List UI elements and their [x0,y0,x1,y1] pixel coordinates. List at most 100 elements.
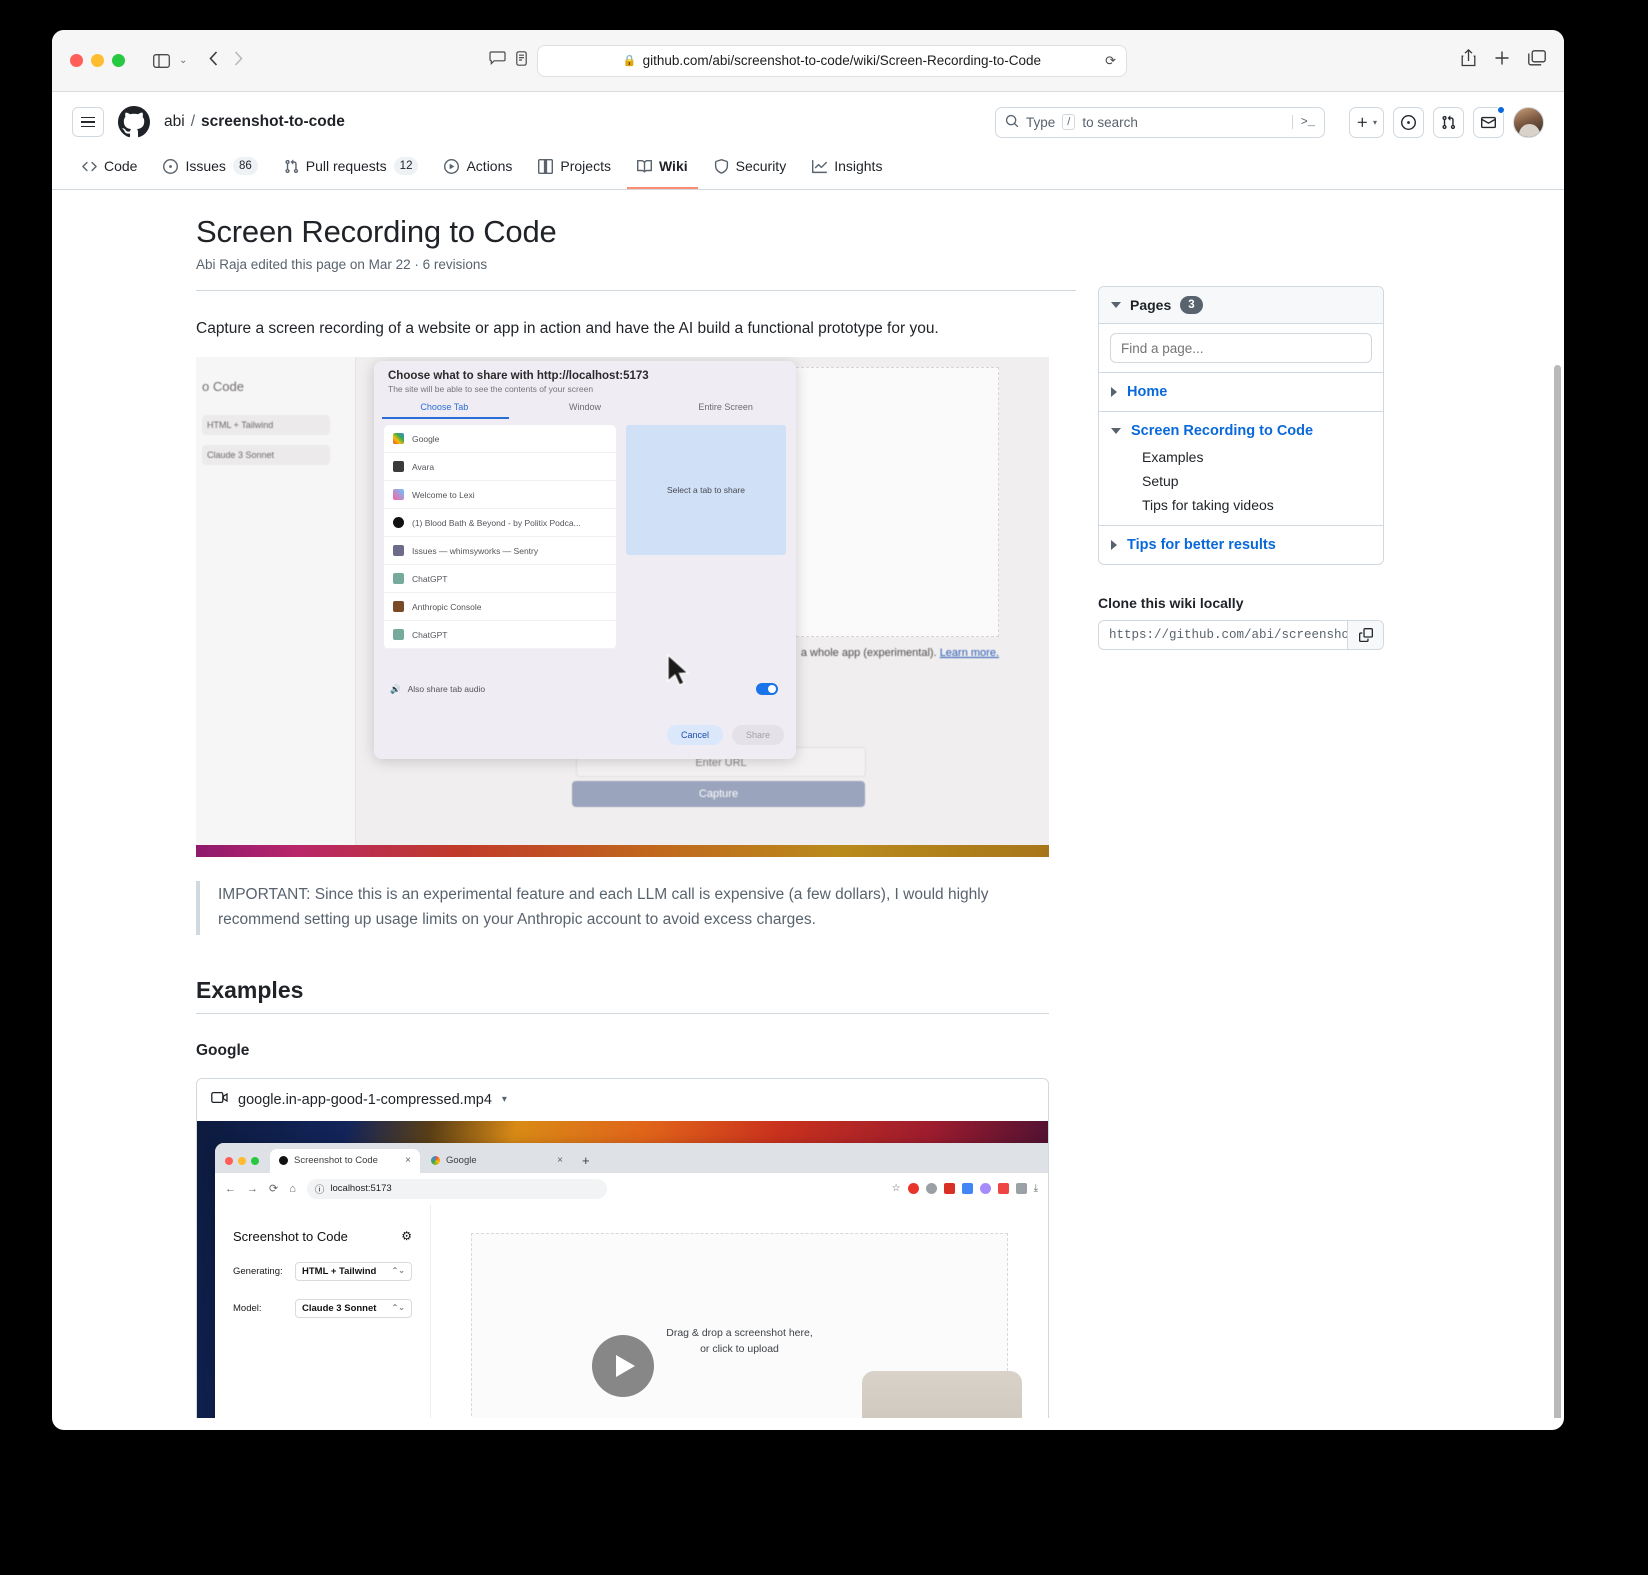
tab-label: Wiki [658,158,688,174]
chevron-down-icon[interactable] [1111,302,1121,308]
google-icon [431,1156,440,1166]
back-icon: ← [225,1182,236,1195]
sidebar-toggle-icon[interactable] [147,49,175,73]
tab-projects[interactable]: Projects [528,150,621,189]
clone-url-text[interactable]: https://github.com/abi/screensho [1099,621,1347,649]
avatar[interactable] [1513,106,1544,138]
find-page-input[interactable] [1110,333,1372,363]
tab-label: Code [104,158,138,174]
new-tab-icon[interactable] [1494,50,1510,71]
address-bar[interactable]: 🔒 github.com/abi/screenshot-to-code/wiki… [537,44,1127,77]
safari-window: ⌄ 🔒 github.com/abi/screenshot-to-code/wi… [52,30,1564,1430]
tab-wiki[interactable]: Wiki [626,150,698,189]
repo-name-link[interactable]: screenshot-to-code [201,113,345,131]
search-input[interactable]: Type / to search >_ [994,106,1325,138]
sidebar-subitem-examples[interactable]: Examples [1099,445,1383,469]
mock-tab-choose-tab: Choose Tab [420,402,469,413]
important-callout: IMPORTANT: Since this is an experimental… [196,881,996,935]
share-icon[interactable] [1461,49,1476,72]
command-palette-icon[interactable]: >_ [1291,115,1315,129]
examples-heading: Examples [196,977,1049,1014]
video-header[interactable]: google.in-app-good-1-compressed.mp4 ▾ [197,1078,1048,1121]
reload-icon[interactable]: ⟳ [1105,53,1116,69]
wiki-sidebar: Pages 3 Home Screen Recording to Code [1098,286,1384,1418]
tab-security[interactable]: Security [704,150,797,189]
maximize-window-button[interactable] [112,54,125,67]
chevron-right-icon[interactable] [1111,540,1117,550]
pages-count-badge: 3 [1180,296,1203,314]
tab-actions[interactable]: Actions [434,150,522,189]
list-item: Anthropic Console [384,593,616,622]
chevron-down-icon[interactable] [1111,428,1121,434]
chevron-right-icon[interactable] [1111,387,1117,397]
mock-app-title-text: Screenshot to Code [233,1228,348,1244]
sidebar-item-tips-for-better-results[interactable]: Tips for better results [1099,526,1383,564]
extension-icon [925,1183,937,1195]
minimize-window-button[interactable] [91,54,104,67]
global-nav-menu-button[interactable] [72,107,104,137]
mock-right-note-text: a whole app (experimental). [800,647,937,660]
mock-select: HTML + Tailwind ⌃⌄ [295,1261,412,1281]
search-icon [1005,114,1019,131]
sidebar-chevron-down-icon[interactable]: ⌄ [179,55,187,66]
tab-label: Security [735,158,787,174]
sidebar-item-home[interactable]: Home [1099,373,1383,412]
play-icon [615,1354,635,1377]
url-text: github.com/abi/screenshot-to-code/wiki/S… [642,53,1042,68]
mock-left-chip: Claude 3 Sonnet [202,445,330,466]
search-placeholder-prefix: Type [1025,114,1056,130]
close-window-button[interactable] [70,54,83,67]
video-filename: google.in-app-good-1-compressed.mp4 [238,1091,492,1108]
browser-titlebar: ⌄ 🔒 github.com/abi/screenshot-to-code/wi… [52,30,1564,92]
mock-field-model: Model: Claude 3 Sonnet ⌃⌄ [233,1298,412,1318]
tab-issues[interactable]: Issues 86 [153,150,267,189]
info-icon: ⓘ [314,1184,325,1196]
reader-view-icon[interactable] [489,51,506,70]
issues-count: 86 [232,157,258,175]
tab-pull-requests[interactable]: Pull requests 12 [274,150,429,189]
mock-tab-title: Screenshot to Code [294,1155,378,1167]
mock-select-value: HTML + Tailwind [302,1265,377,1277]
github-header: abi / screenshot-to-code Type / to searc… [52,92,1564,190]
create-new-button[interactable]: ▾ [1348,106,1384,138]
issues-button[interactable] [1393,106,1424,138]
tab-label: Actions [466,158,513,174]
mock-app-sidebar: Screenshot to Code ⚙ Generating: HTML + … [215,1204,431,1418]
page-meta: Abi Raja edited this page on Mar 22 · 6 … [196,257,488,272]
sidebar-subitem-setup[interactable]: Setup [1099,469,1383,493]
chevron-down-icon[interactable]: ▾ [502,1094,507,1105]
tab-overview-icon[interactable] [1528,50,1546,71]
window-controls[interactable] [70,54,125,67]
copy-icon[interactable] [1347,621,1383,649]
mock-learn-more-link[interactable]: Learn more. [940,647,999,659]
github-logo-icon[interactable] [118,106,150,138]
play-button[interactable] [591,1334,654,1397]
sidebar-subitem-tips-for-taking-videos[interactable]: Tips for taking videos [1099,493,1383,517]
mock-dialog-tabs: Choose Tab Window Entire Screen [374,402,796,420]
extension-icon [1015,1183,1027,1195]
page-settings-icon[interactable] [516,50,527,71]
mock-field-label: Generating: [233,1265,283,1277]
mock-share-dialog: Choose what to share with http://localho… [374,361,796,760]
forward-button[interactable] [234,50,243,71]
webcam-overlay [862,1370,1022,1418]
repo-owner-link[interactable]: abi [164,113,185,131]
pages-header[interactable]: Pages 3 [1099,287,1383,324]
page-scrollbar[interactable] [1554,365,1561,1418]
tab-code[interactable]: Code [72,150,147,189]
download-icon: ⤓ [1033,1183,1038,1195]
pull-requests-button[interactable] [1433,106,1464,138]
video-preview[interactable]: Screenshot to Code × Google × + ← → ⟳ ⌂ … [197,1120,1048,1418]
breadcrumb-separator: / [190,113,195,130]
mock-dialog-footer: Cancel Share [666,725,784,746]
mock-gradient-strip [196,845,1049,858]
mock-address-text: localhost:5173 [330,1183,392,1195]
notifications-button[interactable] [1473,105,1505,138]
mock-field-label: Model: [233,1302,262,1314]
sidebar-group-header[interactable]: Screen Recording to Code [1099,412,1383,445]
tab-insights[interactable]: Insights [802,150,892,189]
black-circle-icon [279,1156,288,1166]
video-card: google.in-app-good-1-compressed.mp4 ▾ Sc… [196,1077,1049,1418]
mock-left-panel: o Code HTML + Tailwind Claude 3 Sonnet [196,357,356,846]
back-button[interactable] [209,50,218,71]
